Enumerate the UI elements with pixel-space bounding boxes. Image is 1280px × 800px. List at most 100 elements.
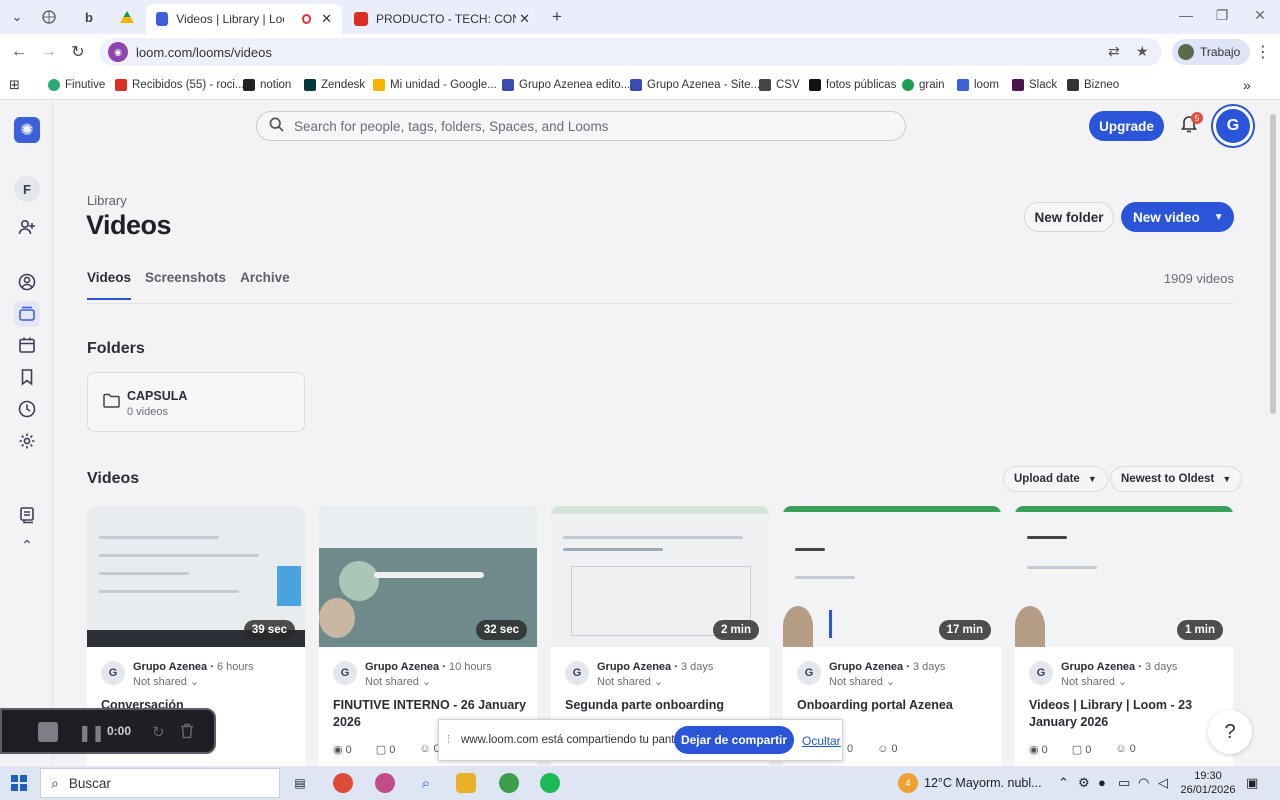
profile-chip[interactable]: Trabajo — [1172, 39, 1250, 65]
new-tab-button[interactable]: + — [546, 6, 568, 28]
back-arrow-icon[interactable]: ← — [8, 41, 30, 63]
pause-icon[interactable]: ❚❚ — [78, 723, 105, 743]
bookmark-zendesk[interactable]: Zendesk — [304, 76, 365, 94]
bookmark-loom[interactable]: loom — [957, 76, 999, 94]
scrollbar-thumb[interactable] — [1270, 114, 1276, 414]
bookmark-azenea-site[interactable]: Grupo Azenea - Site... — [630, 76, 760, 94]
bookmark-csv[interactable]: CSV — [759, 76, 800, 94]
battery-icon[interactable]: ▭ — [1118, 775, 1130, 791]
search-input[interactable] — [294, 118, 874, 134]
help-button[interactable]: ? — [1208, 710, 1252, 754]
tab-loom-videos[interactable]: Videos | Library | Loom ✕ — [146, 4, 342, 34]
pinned-tab-drive[interactable] — [116, 6, 138, 28]
site-info-icon[interactable]: ◉ — [108, 42, 128, 62]
spotify-icon[interactable] — [540, 773, 560, 793]
notes-icon[interactable] — [14, 502, 40, 528]
weather-text[interactable]: 12°C Mayorm. nubl... — [924, 776, 1042, 790]
microphone-icon[interactable]: ● — [1098, 775, 1106, 790]
profile-icon[interactable] — [14, 269, 40, 295]
folder-card[interactable]: CAPSULA 0 videos — [87, 372, 305, 432]
tab-videos[interactable]: Videos — [87, 270, 132, 300]
drag-handle-icon[interactable]: ⁞ — [447, 734, 450, 746]
video-thumbnail[interactable]: 32 sec — [319, 506, 537, 647]
restart-icon[interactable]: ↻ — [152, 723, 165, 741]
share-status-dropdown[interactable]: Not shared ⌄ — [133, 675, 199, 688]
tray-chevron-icon[interactable]: ⌃ — [1058, 775, 1069, 791]
bookmark-notion[interactable]: notion — [243, 76, 291, 94]
apps-grid-icon[interactable]: ⊞ — [9, 76, 20, 94]
invite-icon[interactable] — [14, 214, 40, 240]
new-folder-button[interactable]: New folder — [1024, 202, 1114, 232]
clock[interactable]: 19:30 26/01/2026 — [1178, 769, 1238, 797]
upgrade-button[interactable]: Upgrade — [1089, 111, 1164, 141]
forward-arrow-icon[interactable]: → — [38, 41, 60, 63]
tab-archive[interactable]: Archive — [240, 270, 290, 300]
user-avatar[interactable]: G — [1213, 106, 1253, 146]
file-explorer-icon[interactable] — [456, 773, 476, 793]
bookmark-star-icon[interactable]: ★ — [1136, 43, 1149, 60]
stop-sharing-button[interactable]: Dejar de compartir — [674, 726, 794, 754]
share-status-dropdown[interactable]: Not shared ⌄ — [829, 675, 895, 688]
page-scrollbar[interactable] — [1268, 100, 1280, 766]
history-icon[interactable] — [14, 396, 40, 422]
share-status-dropdown[interactable]: Not shared ⌄ — [365, 675, 431, 688]
video-title[interactable]: Videos | Library | Loom - 23 January 202… — [1029, 697, 1224, 731]
video-thumbnail[interactable]: 17 min — [783, 506, 1001, 647]
collapse-chevron-icon[interactable]: ⌃ — [14, 532, 40, 558]
bookmark-slack[interactable]: Slack — [1012, 76, 1057, 94]
video-thumbnail[interactable]: 1 min — [1015, 506, 1233, 647]
global-search[interactable] — [256, 111, 906, 141]
search-app-icon[interactable]: ⌕ — [416, 773, 436, 793]
new-video-button[interactable]: New video ▼ — [1121, 202, 1234, 232]
chrome-active-icon[interactable] — [499, 773, 519, 793]
video-card[interactable]: 1 min G Grupo Azenea · 3 days Not shared… — [1015, 506, 1233, 766]
browser-menu-icon[interactable]: ⋮ — [1252, 41, 1274, 63]
bookmark-icon[interactable] — [14, 364, 40, 390]
restore-window-icon[interactable]: ❐ — [1212, 7, 1232, 24]
bookmark-drive[interactable]: Mi unidad - Google... — [373, 76, 497, 94]
windows-start-icon[interactable] — [11, 775, 27, 791]
share-status-dropdown[interactable]: Not shared ⌄ — [1061, 675, 1127, 688]
tab-gmail-producto[interactable]: PRODUCTO - TECH: CONTABLE ✕ — [344, 4, 540, 34]
app-icon[interactable] — [375, 773, 395, 793]
calendar-icon[interactable] — [14, 332, 40, 358]
bookmark-gmail[interactable]: Recibidos (55) - roci... — [115, 76, 244, 94]
weather-icon[interactable]: 4 — [898, 773, 918, 793]
workspace-avatar[interactable]: F — [14, 176, 40, 202]
taskbar-search[interactable]: ⌕ Buscar — [40, 768, 280, 798]
pinned-tab-bizneo[interactable]: b — [78, 6, 100, 28]
notification-center-icon[interactable]: ▣ — [1246, 775, 1258, 791]
video-title[interactable]: Onboarding portal Azenea — [797, 697, 992, 714]
address-bar[interactable]: ◉ loom.com/looms/videos ⇄ ★ — [100, 38, 1162, 66]
wifi-icon[interactable]: ◠ — [1138, 775, 1149, 791]
library-icon[interactable] — [14, 301, 40, 327]
video-thumbnail[interactable]: 2 min — [551, 506, 769, 647]
hide-link[interactable]: Ocultar — [802, 734, 841, 748]
tab-search-chevron-icon[interactable]: ⌄ — [6, 6, 28, 28]
bookmark-grain[interactable]: grain — [902, 76, 945, 94]
bookmark-fotos[interactable]: fotos públicas — [809, 76, 896, 94]
bookmark-finutive[interactable]: Finutive — [48, 76, 105, 94]
trash-icon[interactable] — [180, 723, 194, 743]
bookmarks-overflow-icon[interactable]: » — [1243, 76, 1251, 94]
share-status-dropdown[interactable]: Not shared ⌄ — [597, 675, 663, 688]
volume-icon[interactable]: ◁ — [1158, 775, 1168, 791]
close-tab-icon[interactable]: ✕ — [321, 11, 332, 27]
settings-icon[interactable] — [14, 428, 40, 454]
reload-icon[interactable]: ↻ — [67, 41, 89, 63]
loom-logo-icon[interactable]: ✺ — [14, 117, 40, 143]
video-thumbnail[interactable]: 39 sec — [87, 506, 305, 647]
stop-recording-button[interactable] — [38, 722, 58, 742]
pinned-tab-chrome[interactable] — [38, 6, 60, 28]
minimize-window-icon[interactable]: — — [1176, 7, 1196, 23]
sort-order-dropdown[interactable]: Newest to Oldest ▼ — [1110, 466, 1243, 492]
bookmark-bizneo[interactable]: Bizneo — [1067, 76, 1119, 94]
chrome-icon[interactable] — [333, 773, 353, 793]
tray-app-icon[interactable]: ⚙ — [1078, 775, 1090, 791]
breadcrumb[interactable]: Library — [87, 193, 127, 208]
close-tab-icon[interactable]: ✕ — [519, 11, 530, 27]
translate-icon[interactable]: ⇄ — [1108, 43, 1120, 60]
bookmark-azenea-edito[interactable]: Grupo Azenea edito... — [502, 76, 630, 94]
video-title[interactable]: Segunda parte onboarding — [565, 697, 760, 714]
tab-screenshots[interactable]: Screenshots — [145, 270, 226, 300]
